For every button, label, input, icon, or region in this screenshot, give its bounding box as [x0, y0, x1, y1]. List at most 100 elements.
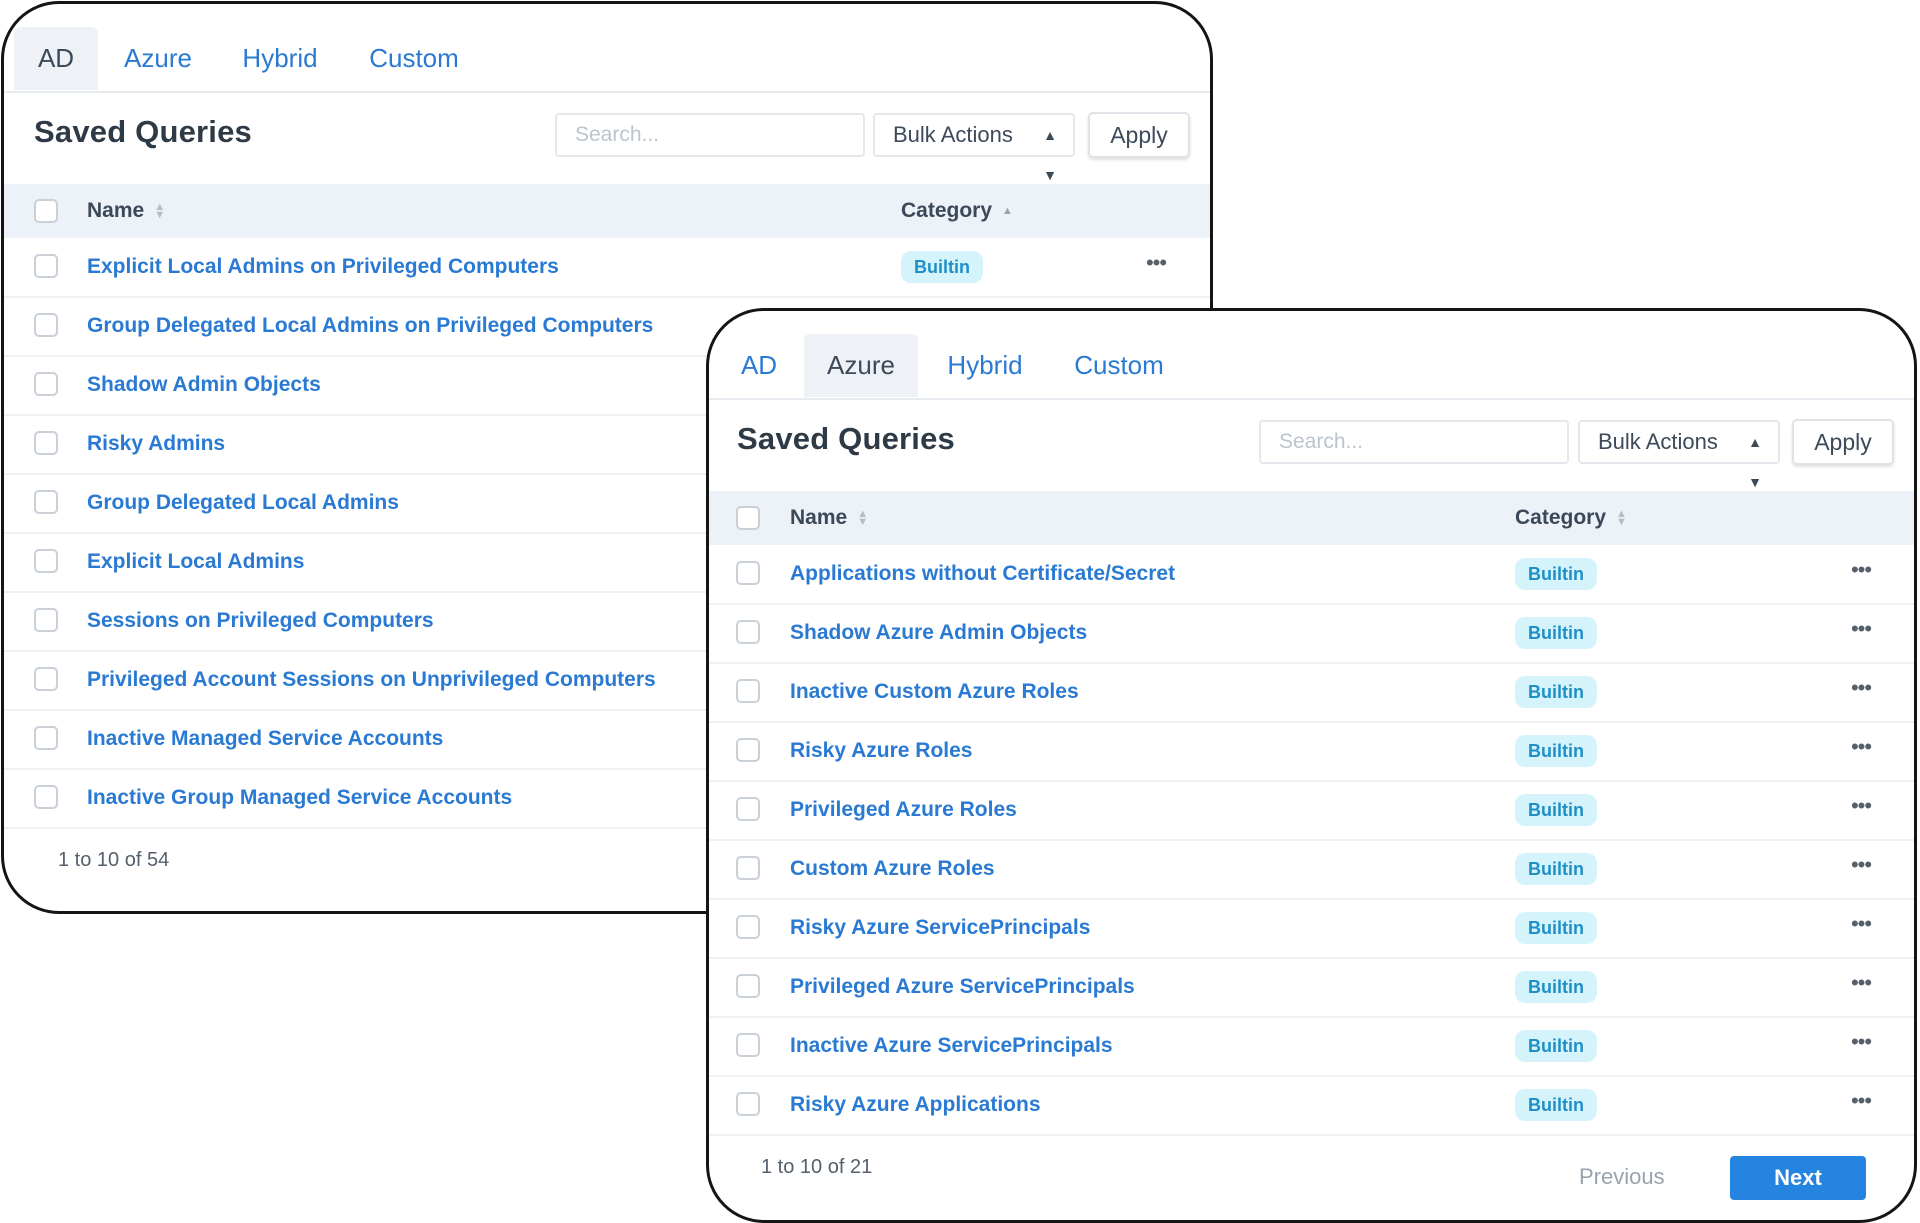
table-row: Inactive Azure ServicePrincipals Builtin…: [709, 1017, 1914, 1077]
row-checkbox[interactable]: [34, 254, 58, 278]
category-badge: Builtin: [1515, 794, 1597, 826]
category-badge: Builtin: [1515, 1030, 1597, 1062]
more-horizontal-icon[interactable]: •••: [1847, 1090, 1875, 1118]
pagination-summary: 1 to 10 of 21: [761, 1156, 873, 1178]
select-all-checkbox[interactable]: [34, 199, 58, 223]
tab-hybrid[interactable]: Hybrid: [931, 334, 1039, 397]
column-header-name[interactable]: Name ▲ ▼: [790, 491, 868, 545]
more-horizontal-icon[interactable]: •••: [1142, 252, 1170, 280]
pagination-summary: 1 to 10 of 54: [58, 849, 170, 871]
apply-button[interactable]: Apply: [1088, 112, 1190, 158]
query-name-link[interactable]: Shadow Admin Objects: [87, 356, 321, 414]
page-title: Saved Queries: [34, 114, 252, 149]
row-checkbox[interactable]: [34, 313, 58, 337]
query-name-link[interactable]: Explicit Local Admins: [87, 533, 304, 591]
sort-ascending-icon: ▲: [1002, 205, 1013, 218]
page-title: Saved Queries: [737, 421, 955, 456]
row-checkbox[interactable]: [736, 797, 760, 821]
query-name-link[interactable]: Inactive Managed Service Accounts: [87, 710, 443, 768]
query-name-link[interactable]: Sessions on Privileged Computers: [87, 592, 434, 650]
more-horizontal-icon[interactable]: •••: [1847, 736, 1875, 764]
row-checkbox[interactable]: [34, 372, 58, 396]
tab-azure[interactable]: Azure: [804, 334, 918, 397]
category-badge: Builtin: [1515, 1089, 1597, 1121]
table-row: Shadow Azure Admin Objects Builtin •••: [709, 604, 1914, 664]
tab-custom[interactable]: Custom: [354, 27, 474, 90]
query-name-link[interactable]: Explicit Local Admins on Privileged Comp…: [87, 238, 559, 296]
query-name-link[interactable]: Group Delegated Local Admins on Privileg…: [87, 297, 653, 355]
row-checkbox[interactable]: [736, 974, 760, 998]
category-badge: Builtin: [1515, 853, 1597, 885]
sort-icon: ▲ ▼: [857, 508, 869, 529]
tab-ad[interactable]: AD: [723, 334, 795, 397]
query-name-link[interactable]: Shadow Azure Admin Objects: [790, 604, 1087, 662]
query-name-link[interactable]: Inactive Group Managed Service Accounts: [87, 769, 512, 827]
table-header: Name ▲ ▼ Category ▲: [4, 184, 1210, 238]
table-row: Inactive Custom Azure Roles Builtin •••: [709, 663, 1914, 723]
row-checkbox[interactable]: [34, 785, 58, 809]
category-badge: Builtin: [901, 251, 983, 283]
row-checkbox[interactable]: [736, 738, 760, 762]
column-header-category[interactable]: Category ▲ ▼: [1515, 491, 1627, 545]
query-name-link[interactable]: Inactive Azure ServicePrincipals: [790, 1017, 1113, 1075]
query-name-link[interactable]: Applications without Certificate/Secret: [790, 545, 1175, 603]
bulk-actions-label: Bulk Actions: [1598, 429, 1718, 454]
row-checkbox[interactable]: [34, 549, 58, 573]
bulk-actions-select[interactable]: Bulk Actions ▲ ▼: [873, 113, 1075, 183]
row-checkbox[interactable]: [736, 620, 760, 644]
more-horizontal-icon[interactable]: •••: [1847, 618, 1875, 646]
more-horizontal-icon[interactable]: •••: [1847, 972, 1875, 1000]
query-name-link[interactable]: Group Delegated Local Admins: [87, 474, 399, 532]
more-horizontal-icon[interactable]: •••: [1847, 913, 1875, 941]
query-name-link[interactable]: Inactive Custom Azure Roles: [790, 663, 1079, 721]
row-checkbox[interactable]: [34, 667, 58, 691]
tab-hybrid[interactable]: Hybrid: [226, 27, 334, 90]
query-name-link[interactable]: Privileged Account Sessions on Unprivile…: [87, 651, 656, 709]
row-checkbox[interactable]: [736, 1033, 760, 1057]
row-checkbox[interactable]: [736, 561, 760, 585]
table-row: Applications without Certificate/Secret …: [709, 545, 1914, 605]
table-row: Custom Azure Roles Builtin •••: [709, 840, 1914, 900]
table-row: Explicit Local Admins on Privileged Comp…: [4, 238, 1210, 298]
tab-bar: AD Azure Hybrid Custom: [4, 4, 1210, 93]
sort-caret-icon: ▲ ▼: [1043, 127, 1057, 183]
row-checkbox[interactable]: [736, 915, 760, 939]
query-name-link[interactable]: Risky Azure Roles: [790, 722, 972, 780]
row-checkbox[interactable]: [34, 490, 58, 514]
tab-custom[interactable]: Custom: [1059, 334, 1179, 397]
more-horizontal-icon[interactable]: •••: [1847, 677, 1875, 705]
column-header-name-label: Name: [790, 506, 848, 529]
row-checkbox[interactable]: [736, 1092, 760, 1116]
more-horizontal-icon[interactable]: •••: [1847, 795, 1875, 823]
row-checkbox[interactable]: [34, 608, 58, 632]
more-horizontal-icon[interactable]: •••: [1847, 559, 1875, 587]
select-all-checkbox[interactable]: [736, 506, 760, 530]
query-name-link[interactable]: Risky Azure Applications: [790, 1076, 1041, 1134]
query-name-link[interactable]: Privileged Azure Roles: [790, 781, 1017, 839]
apply-button[interactable]: Apply: [1792, 419, 1894, 465]
more-horizontal-icon[interactable]: •••: [1847, 854, 1875, 882]
row-checkbox[interactable]: [34, 726, 58, 750]
query-name-link[interactable]: Risky Admins: [87, 415, 225, 473]
tab-ad[interactable]: AD: [14, 27, 98, 90]
category-badge: Builtin: [1515, 558, 1597, 590]
row-checkbox[interactable]: [736, 679, 760, 703]
column-header-category[interactable]: Category ▲: [901, 184, 1013, 238]
sort-icon: ▲ ▼: [154, 201, 166, 222]
query-name-link[interactable]: Risky Azure ServicePrincipals: [790, 899, 1090, 957]
row-checkbox[interactable]: [34, 431, 58, 455]
tab-azure[interactable]: Azure: [110, 27, 206, 90]
row-checkbox[interactable]: [736, 856, 760, 880]
category-badge: Builtin: [1515, 617, 1597, 649]
search-input[interactable]: [555, 113, 865, 157]
bulk-actions-select[interactable]: Bulk Actions ▲ ▼: [1578, 420, 1780, 490]
sort-caret-icon: ▲ ▼: [1748, 434, 1762, 490]
query-name-link[interactable]: Custom Azure Roles: [790, 840, 995, 898]
query-name-link[interactable]: Privileged Azure ServicePrincipals: [790, 958, 1135, 1016]
next-button[interactable]: Next: [1730, 1156, 1866, 1200]
column-header-name[interactable]: Name ▲ ▼: [87, 184, 165, 238]
more-horizontal-icon[interactable]: •••: [1847, 1031, 1875, 1059]
category-badge: Builtin: [1515, 676, 1597, 708]
previous-button[interactable]: Previous: [1579, 1164, 1665, 1190]
search-input[interactable]: [1259, 420, 1569, 464]
